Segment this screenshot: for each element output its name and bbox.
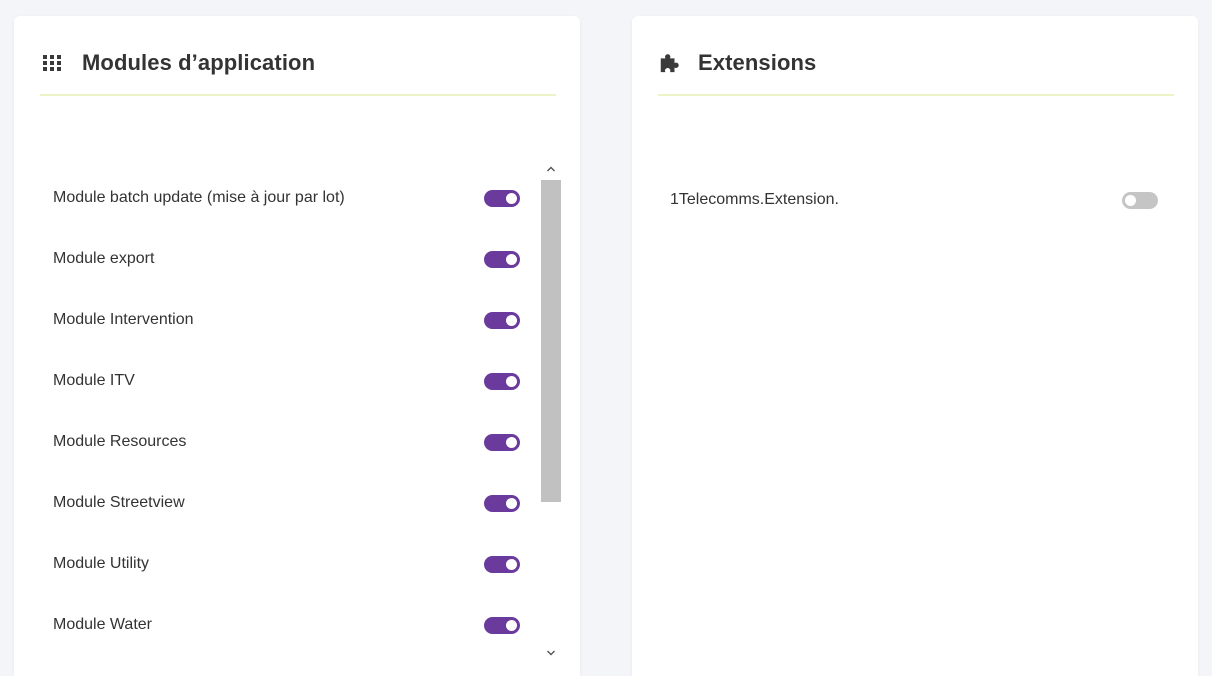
module-label: Module export [53,250,155,267]
toggle-knob [1125,195,1136,206]
toggle-knob [506,620,517,631]
modules-list: Module batch update (mise à jour par lot… [14,166,542,654]
module-toggle[interactable] [484,617,520,634]
modules-panel-header: Modules d’application [40,46,556,96]
module-toggle[interactable] [484,495,520,512]
extensions-panel: Extensions 1Telecomms.Extension. [632,16,1198,676]
toggle-knob [506,254,517,265]
list-item: Module ITV [14,349,542,410]
list-item: Module Resources [14,410,542,471]
module-toggle[interactable] [484,556,520,573]
toggle-knob [506,437,517,448]
list-item: 1Telecomms.Extension. [632,182,1198,222]
module-toggle[interactable] [484,251,520,268]
chevron-up-icon [547,166,555,172]
module-toggle[interactable] [484,373,520,390]
grid-icon [42,46,64,80]
modules-panel-title: Modules d’application [82,50,316,75]
modules-panel: Modules d’application Module batch updat… [14,16,580,676]
module-toggle[interactable] [484,434,520,451]
list-item: Module batch update (mise à jour par lot… [14,166,542,227]
list-item: Module export [14,227,542,288]
module-label: Module batch update (mise à jour par lot… [53,189,345,206]
module-label: Module Utility [53,555,150,572]
module-label: Module ITV [53,372,135,389]
chevron-down-icon [547,650,555,656]
extension-label: 1Telecomms.Extension. [670,191,839,208]
list-item: Module Intervention [14,288,542,349]
module-label: Module Water [53,616,152,633]
module-toggle[interactable] [484,190,520,207]
puzzle-icon [658,46,680,80]
toggle-knob [506,193,517,204]
module-toggle[interactable] [484,312,520,329]
toggle-knob [506,559,517,570]
extension-toggle[interactable] [1122,192,1158,209]
list-item: Module Water [14,593,542,654]
list-item: Module Utility [14,532,542,593]
module-label: Module Intervention [53,311,194,328]
module-label: Module Resources [53,433,187,450]
extensions-panel-header: Extensions [658,46,1174,96]
extensions-panel-title: Extensions [698,50,817,75]
module-label: Module Streetview [53,494,185,511]
scroll-thumb[interactable] [541,180,561,502]
toggle-knob [506,376,517,387]
toggle-knob [506,315,517,326]
toggle-knob [506,498,517,509]
scroll-up-button[interactable] [540,158,562,180]
modules-scrollbar[interactable] [540,156,562,664]
list-item: Module Streetview [14,471,542,532]
scroll-down-button[interactable] [540,642,562,664]
